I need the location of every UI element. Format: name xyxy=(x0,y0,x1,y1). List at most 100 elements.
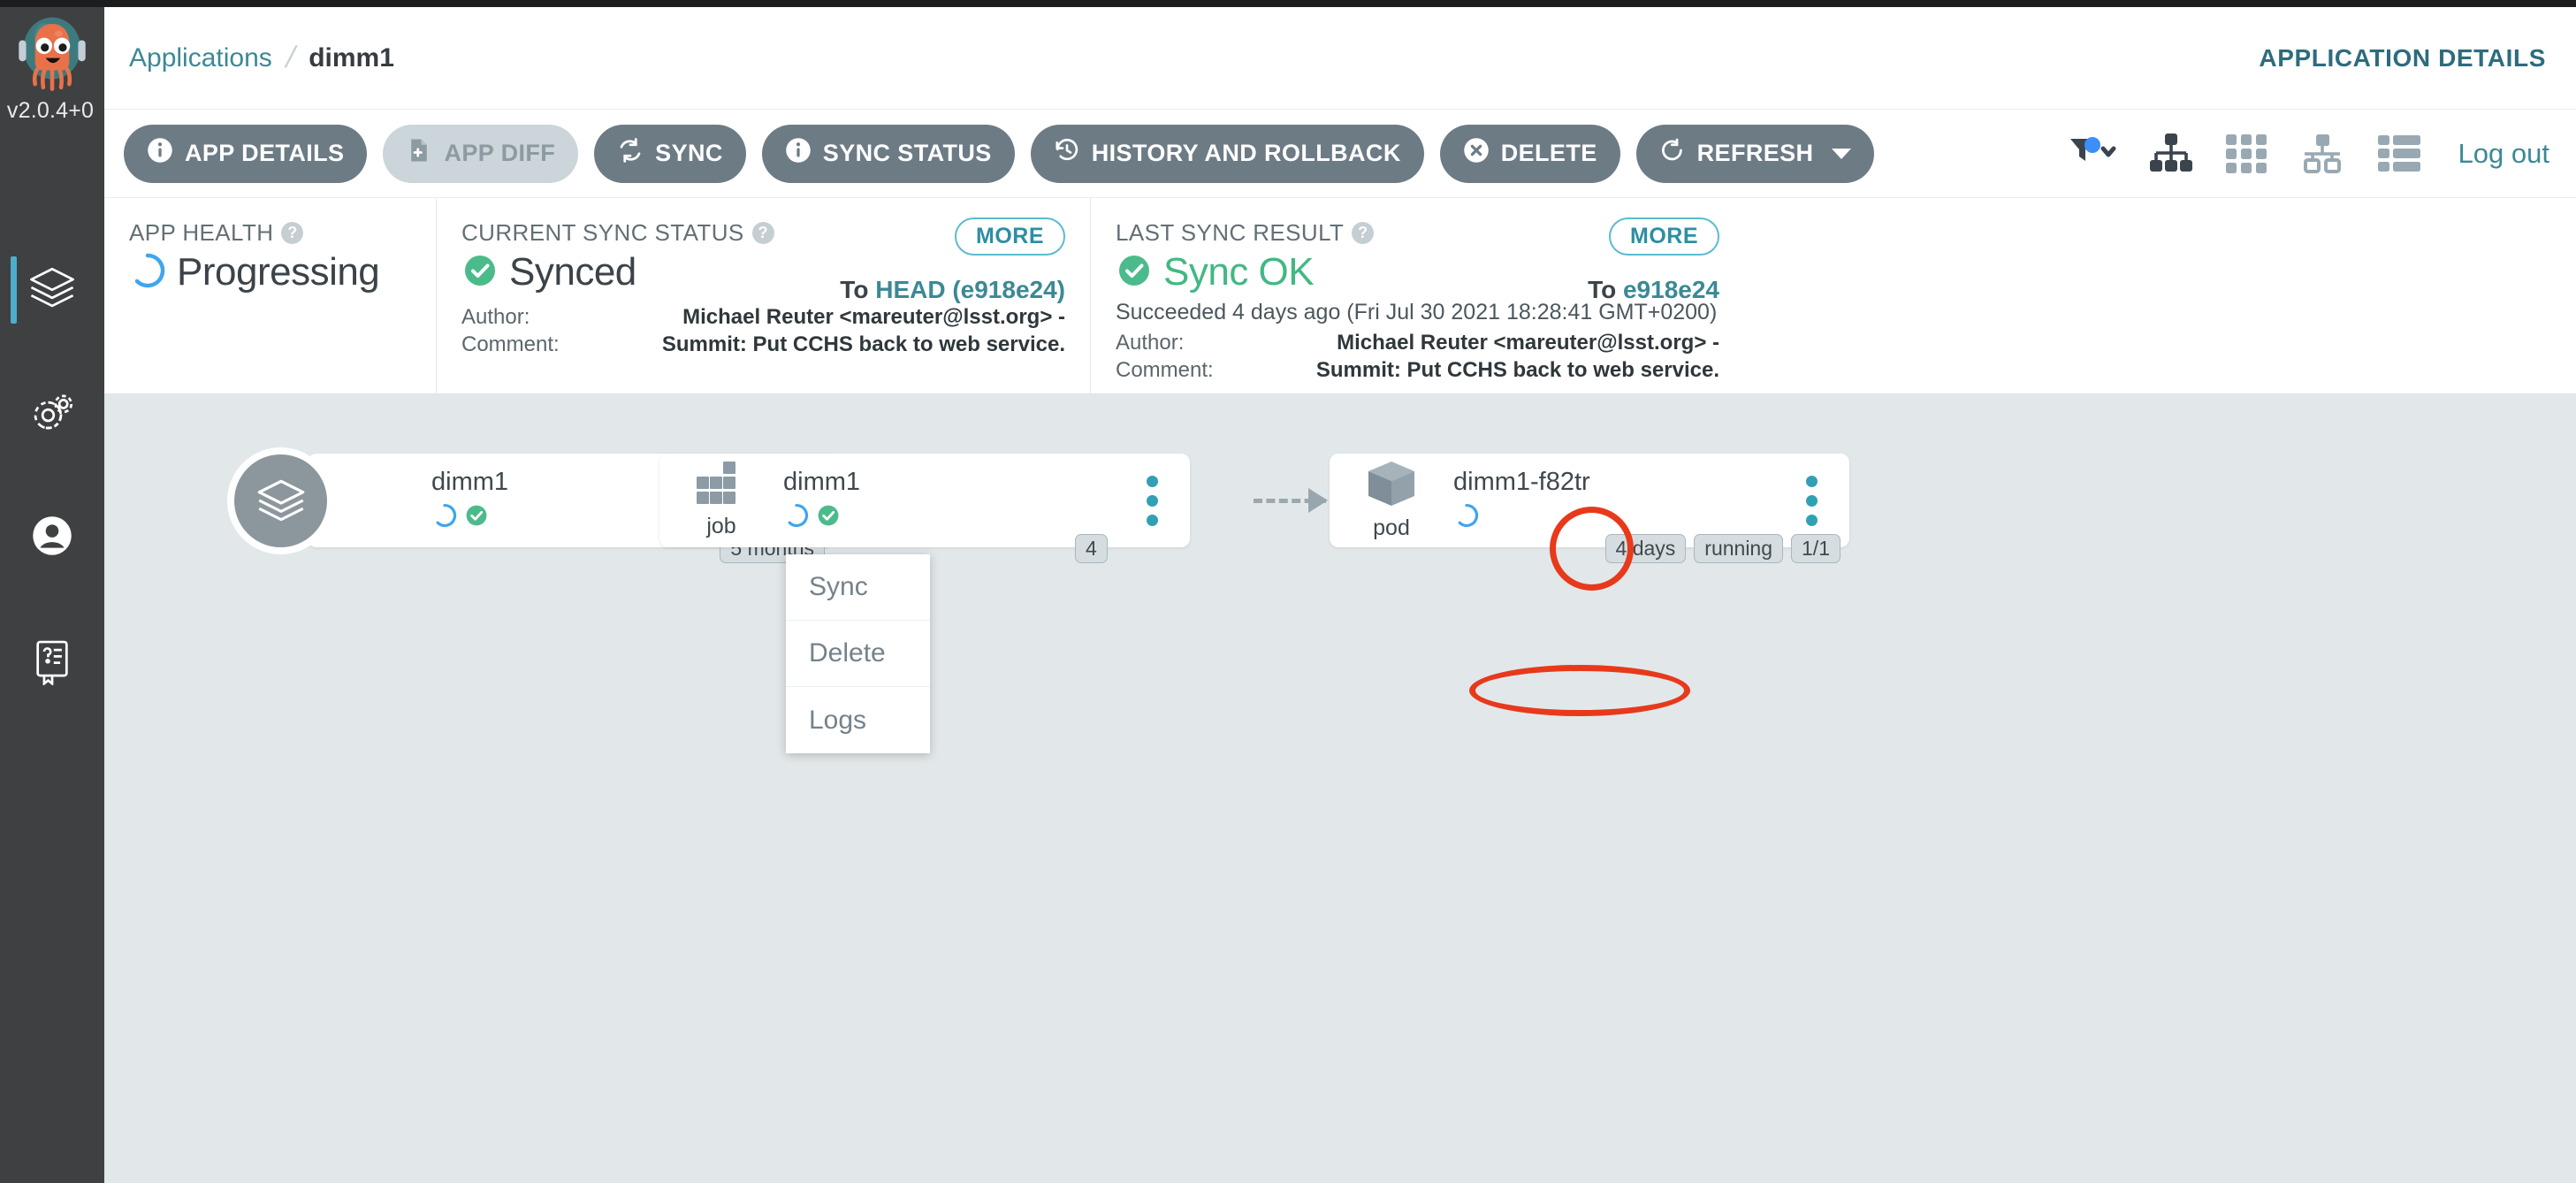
resource-tree-canvas: dimm1 5 months job dimm1 4 pod dimm1-f82… xyxy=(104,395,2576,1183)
sync-revision-line: To HEAD (e918e24) xyxy=(840,276,1065,304)
app-diff-button[interactable]: APP DIFF xyxy=(383,124,579,183)
app-diff-label: APP DIFF xyxy=(444,140,556,166)
result-more-button[interactable]: MORE xyxy=(1609,218,1719,256)
pod-node-kebab-menu-icon[interactable] xyxy=(1782,475,1841,526)
job-node-icon-slot: job xyxy=(659,462,783,539)
file-diff-icon xyxy=(406,137,432,170)
sync-comment-value: Summit: Put CCHS back to web service. xyxy=(661,332,1065,357)
sidebar-item-settings[interactable] xyxy=(0,352,104,476)
grid-icon[interactable] xyxy=(2225,134,2267,174)
refresh-icon xyxy=(1659,137,1686,170)
sitemap-icon[interactable] xyxy=(2149,133,2193,174)
list-icon[interactable] xyxy=(2377,134,2421,174)
result-author-key: Author: xyxy=(1116,331,1185,355)
layers-icon xyxy=(27,263,78,318)
left-sidebar: v2.0.4+0 xyxy=(0,7,104,1183)
sidebar-item-user-info[interactable] xyxy=(0,476,104,599)
node-context-menu: Sync Delete Logs xyxy=(786,554,930,753)
question-circle-icon[interactable]: ? xyxy=(281,222,304,244)
sync-label: SYNC xyxy=(655,140,723,166)
result-revision-link[interactable]: e918e24 xyxy=(1623,276,1719,303)
pod-node-tag-ready: 1/1 xyxy=(1791,534,1841,563)
job-node-kind-label: job xyxy=(706,514,736,538)
sync-button[interactable]: SYNC xyxy=(594,124,746,183)
sync-status-label: SYNC STATUS xyxy=(822,140,992,166)
sync-more-button[interactable]: MORE xyxy=(955,218,1065,256)
cube-icon xyxy=(1366,460,1417,514)
progressing-spinner-icon xyxy=(431,502,458,533)
argo-octopus-logo-icon xyxy=(11,12,93,97)
sync-author-key: Author: xyxy=(461,305,530,329)
history-and-rollback-button[interactable]: HISTORY AND ROLLBACK xyxy=(1030,124,1424,183)
breadcrumb: Applications / dimm1 xyxy=(129,41,394,75)
current-sync-title: CURRENT SYNC STATUS xyxy=(461,219,744,246)
version-label: v2.0.4+0 xyxy=(6,98,95,123)
pod-node-icon-slot: pod xyxy=(1330,460,1453,541)
connector-job-to-pod xyxy=(1254,488,1328,513)
connector-arrow-icon xyxy=(1308,488,1328,513)
app-health-title: APP HEALTH xyxy=(129,219,274,246)
logout-link[interactable]: Log out xyxy=(2458,138,2549,170)
delete-label: DELETE xyxy=(1500,140,1597,166)
filter-icon[interactable] xyxy=(2068,134,2117,173)
pod-node-tag-age: 4 days xyxy=(1604,534,1687,563)
x-circle-icon xyxy=(1463,137,1490,170)
current-sync-status-panel: CURRENT SYNC STATUS ? MORE Synced To HEA… xyxy=(436,198,1090,393)
layers-icon xyxy=(227,447,334,554)
breadcrumb-current: dimm1 xyxy=(309,42,394,73)
result-comment-value: Summit: Put CCHS back to web service. xyxy=(1315,358,1719,383)
job-node-kebab-menu-icon[interactable] xyxy=(1123,475,1181,526)
synced-check-icon xyxy=(815,502,842,533)
progressing-spinner-icon xyxy=(1453,502,1480,533)
app-health-title-row: APP HEALTH ? xyxy=(129,219,411,247)
sync-comment-key: Comment: xyxy=(461,332,560,357)
job-node-name: dimm1 xyxy=(783,468,861,496)
progressing-spinner-icon xyxy=(783,502,810,533)
sidebar-nav xyxy=(0,228,104,723)
result-to-prefix: To xyxy=(1588,276,1617,303)
refresh-label: REFRESH xyxy=(1696,140,1814,166)
last-sync-state-label: Sync OK xyxy=(1163,250,1315,294)
check-circle-icon xyxy=(461,252,499,294)
brand-logo-block[interactable]: v2.0.4+0 xyxy=(0,12,104,127)
app-details-button[interactable]: APP DETAILS xyxy=(124,124,368,183)
result-comment-key: Comment: xyxy=(1116,358,1214,383)
history-clock-icon xyxy=(1054,137,1080,170)
progressing-spinner-icon xyxy=(129,252,166,294)
last-sync-result-panel: LAST SYNC RESULT ? MORE Sync OK To e918e… xyxy=(1090,198,1744,393)
job-node-health-row xyxy=(783,502,1123,533)
view-mode-icons: Log out xyxy=(2068,133,2576,174)
sync-author-row: Author: Michael Reuter <mareuter@lsst.or… xyxy=(461,303,1065,331)
sync-comment-row: Comment: Summit: Put CCHS back to web se… xyxy=(461,331,1065,358)
breadcrumb-applications-link[interactable]: Applications xyxy=(129,43,272,73)
sync-revision-link[interactable]: HEAD (e918e24) xyxy=(875,276,1065,303)
sync-status-button[interactable]: SYNC STATUS xyxy=(761,124,1015,183)
active-marker xyxy=(11,256,17,324)
context-menu-item-logs[interactable]: Logs xyxy=(786,687,930,753)
pod-node-tag-status: running xyxy=(1694,534,1784,563)
result-revision-line: To e918e24 xyxy=(1588,276,1719,304)
delete-button[interactable]: DELETE xyxy=(1439,124,1620,183)
result-comment-row: Comment: Summit: Put CCHS back to web se… xyxy=(1116,356,1719,384)
tree-node-pod[interactable]: pod dimm1-f82tr 4 days running 1/1 xyxy=(1330,454,1849,563)
context-menu-item-delete[interactable]: Delete xyxy=(786,621,930,687)
refresh-button[interactable]: REFRESH xyxy=(1635,124,1875,183)
result-meta-table: Author: Michael Reuter <mareuter@lsst.or… xyxy=(1116,329,1719,384)
last-sync-title: LAST SYNC RESULT xyxy=(1116,219,1345,246)
sync-meta-table: Author: Michael Reuter <mareuter@lsst.or… xyxy=(461,303,1065,358)
app-root: v2.0.4+0 Applications / dimm1 APPLICATIO… xyxy=(0,0,2576,1183)
synced-check-icon xyxy=(463,502,490,533)
tree-node-job[interactable]: job dimm1 4 xyxy=(659,454,1190,563)
question-circle-icon[interactable]: ? xyxy=(751,222,774,244)
top-window-strip xyxy=(0,0,2576,7)
job-node-tag-age: 4 xyxy=(1075,534,1108,563)
context-menu-item-sync[interactable]: Sync xyxy=(786,554,930,621)
status-summary-row: APP HEALTH ? Progressing CURRENT SYNC ST… xyxy=(104,198,2576,394)
sidebar-item-applications[interactable] xyxy=(0,228,104,352)
check-circle-icon xyxy=(1116,252,1153,294)
network-icon[interactable] xyxy=(2299,134,2345,174)
sidebar-item-documentation[interactable] xyxy=(0,599,104,723)
current-sync-state-label: Synced xyxy=(509,250,636,294)
question-circle-icon[interactable]: ? xyxy=(1352,222,1375,244)
history-and-rollback-label: HISTORY AND ROLLBACK xyxy=(1091,140,1401,166)
